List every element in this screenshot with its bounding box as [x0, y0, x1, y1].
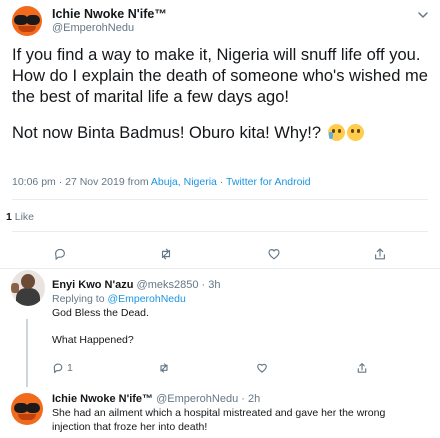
reply-text-line: injection that froze her into death!: [52, 421, 208, 433]
reply-time: · 3h: [198, 279, 221, 291]
author-handle[interactable]: @EmperohNedu: [52, 22, 134, 34]
likes-count[interactable]: 1 Like: [6, 211, 34, 223]
reply-author-avatar[interactable]: [11, 270, 45, 306]
tweet-actions: [0, 246, 440, 262]
crying-face-emoji: [327, 124, 345, 141]
reply-author-name: Enyi Kwo N'azu: [52, 279, 134, 291]
avatar-mouth: [18, 414, 36, 420]
author-name[interactable]: Ichie Nwoke N'ife™: [52, 7, 167, 21]
tweet-location-link[interactable]: Abuja, Nigeria: [151, 176, 217, 188]
avatar-mouth: [18, 26, 36, 32]
reply-text-line: What Happened?: [52, 334, 134, 346]
reply-author-avatar[interactable]: [11, 393, 43, 425]
reply-author-handle: @EmperohNedu: [156, 393, 239, 405]
meta-separator: ·: [216, 176, 227, 188]
reply-author[interactable]: Ichie Nwoke N'ife™ @EmperohNedu · 2h: [52, 393, 260, 405]
retweet-icon[interactable]: [158, 362, 170, 374]
replying-to: Replying to @EmperohNedu: [52, 293, 186, 305]
tweet-paragraph: Not now Binta Badmus! Oburo kita! Why!?: [12, 123, 432, 144]
divider: [12, 231, 428, 232]
tweet-timestamp: 10:06 pm · 27 Nov 2019 from Abuja, Niger…: [12, 176, 311, 188]
reply-icon: [53, 363, 63, 374]
likes-label: Like: [11, 211, 35, 223]
replying-prefix: Replying to: [52, 293, 108, 305]
tweet-time[interactable]: 10:06 pm · 27 Nov 2019 from: [12, 176, 151, 188]
divider: [12, 199, 428, 200]
chevron-down-icon[interactable]: [416, 8, 430, 22]
reply-button[interactable]: 1: [52, 362, 73, 374]
replying-to-handle-link[interactable]: @EmperohNedu: [107, 293, 185, 305]
author-avatar[interactable]: [12, 6, 42, 36]
tweet-text: If you find a way to make it, Nigeria wi…: [12, 45, 432, 144]
like-heart-icon[interactable]: [266, 246, 282, 262]
reply-text-line: She had an ailment which a hospital mist…: [52, 407, 386, 419]
thread-line: [26, 319, 28, 387]
reply-author-handle: @meks2850: [136, 279, 199, 291]
reply-text-line: God Bless the Dead.: [52, 307, 149, 319]
retweet-icon[interactable]: [158, 246, 174, 262]
reply-count: 1: [67, 362, 73, 374]
avatar-eye: [26, 403, 40, 413]
share-icon[interactable]: [372, 246, 388, 262]
tweet-paragraph: If you find a way to make it, Nigeria wi…: [12, 46, 428, 106]
reply-icon[interactable]: [52, 246, 68, 262]
like-heart-icon[interactable]: [256, 362, 268, 374]
tweet-source-link[interactable]: Twitter for Android: [226, 176, 311, 188]
avatar-head: [21, 274, 35, 289]
sad-face-emoji: [346, 124, 364, 141]
share-icon[interactable]: [356, 362, 368, 374]
tweet-paragraph-text: Not now Binta Badmus! Oburo kita! Why!?: [12, 124, 322, 142]
avatar-hand: [11, 283, 19, 293]
reply-author-name: Ichie Nwoke N'ife™: [52, 393, 154, 405]
avatar-eye: [26, 15, 40, 25]
avatar-body: [16, 288, 40, 306]
divider: [0, 268, 440, 269]
reply-author[interactable]: Enyi Kwo N'azu @meks2850 · 3h: [52, 279, 220, 291]
reply-time: · 2h: [238, 393, 261, 405]
